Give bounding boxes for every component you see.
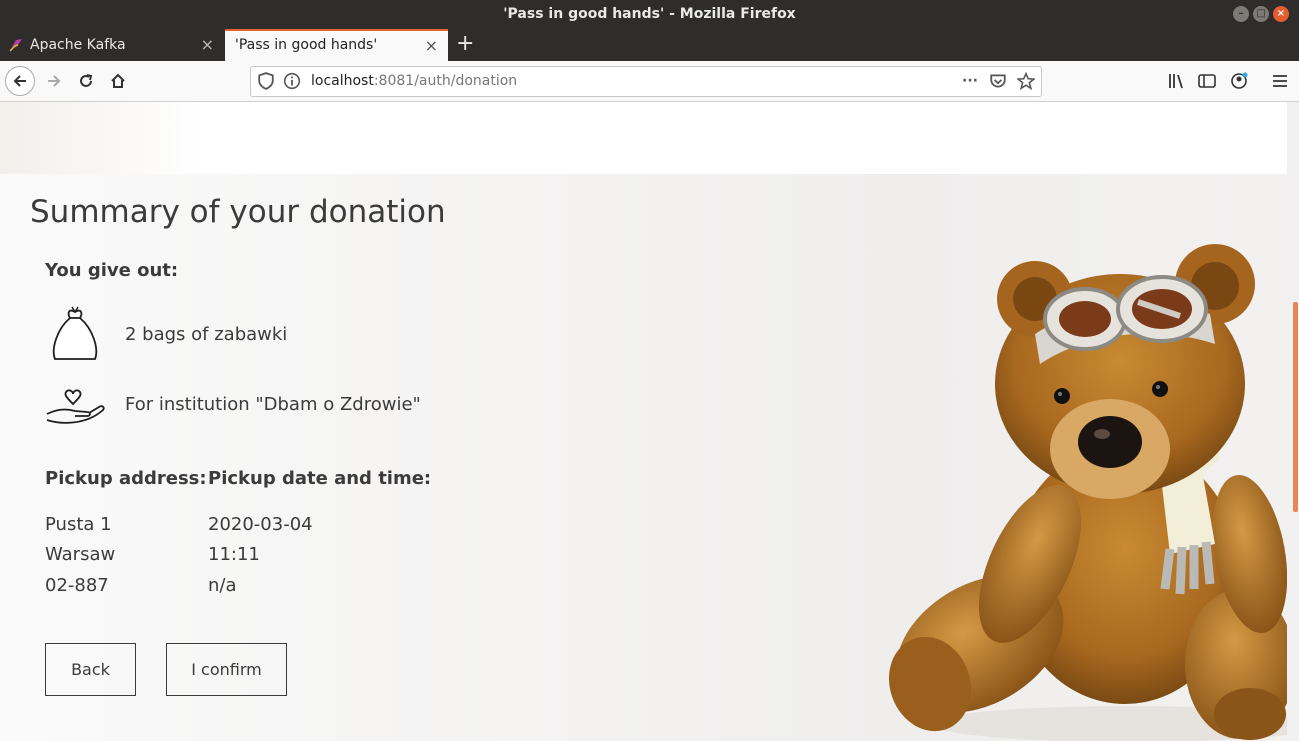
summary-bags-row: 2 bags of zabawki [45,304,545,364]
new-tab-button[interactable]: + [456,29,476,61]
arrow-right-icon [48,75,61,87]
close-tab-icon[interactable]: × [201,29,214,61]
page-content: Summary of your donation You give out: 2… [0,102,1287,741]
confirm-button[interactable]: I confirm [166,643,287,696]
url-bar[interactable]: localhost:8081/auth/donation ··· [250,66,1042,97]
forward-button[interactable] [40,67,68,95]
reload-icon [80,74,93,87]
back-button[interactable] [5,66,35,96]
window-titlebar: 'Pass in good hands' - Mozilla Firefox –… [0,0,1299,29]
tab-apache-kafka[interactable]: Apache Kafka × [0,29,224,61]
hamburger-menu-icon[interactable] [1268,67,1292,95]
institution-summary-text: For institution "Dbam o Zdrowie" [125,394,421,415]
tab-label: 'Pass in good hands' [235,37,378,53]
tab-bar: Apache Kafka × 'Pass in good hands' × + [0,29,1299,61]
window-controls: – □ × [1233,6,1289,22]
maximize-icon[interactable]: □ [1253,6,1269,22]
donation-summary-section: Summary of your donation You give out: 2… [0,174,1287,741]
header-fade [0,102,200,174]
pickup-time: 11:11 [208,544,260,565]
shield-icon[interactable] [257,72,275,90]
pickup-date-title: Pickup date and time: [208,468,432,489]
address-zip: 02-887 [45,575,109,596]
summary-title: Summary of your donation [30,194,446,230]
navigation-bar: localhost:8081/auth/donation ··· [0,61,1299,102]
account-icon[interactable] [1227,67,1251,95]
page-header-area [0,102,1287,174]
bookmark-star-icon[interactable] [1017,72,1035,90]
sidebar-icon[interactable] [1195,67,1219,95]
address-street: Pusta 1 [45,514,112,535]
bag-icon [52,306,98,360]
scrollbar-thumb[interactable] [1293,302,1298,512]
close-tab-icon[interactable]: × [425,31,438,60]
info-icon[interactable] [283,72,301,90]
kafka-favicon-icon [9,39,22,52]
pickup-date: 2020-03-04 [208,514,313,535]
arrow-left-icon [13,75,26,87]
url-host: localhost [311,73,374,89]
home-button[interactable] [104,67,132,95]
give-out-label: You give out: [45,260,179,281]
address-city: Warsaw [45,544,116,565]
page-scrollbar[interactable] [1287,102,1299,741]
pocket-icon[interactable] [989,72,1007,90]
bags-summary-text: 2 bags of zabawki [125,324,288,345]
pickup-comment: n/a [208,575,237,596]
back-button[interactable]: Back [45,643,136,696]
url-path: :8081/auth/donation [373,73,518,89]
home-icon [111,73,125,88]
heart-hand-icon [46,389,105,424]
more-actions-icon[interactable]: ··· [961,72,979,90]
pickup-address-title: Pickup address: [45,468,207,489]
reload-button[interactable] [72,67,100,95]
library-icon[interactable] [1164,67,1188,95]
url-text[interactable]: localhost:8081/auth/donation [311,67,517,96]
window-title: 'Pass in good hands' - Mozilla Firefox [503,6,796,22]
tab-pass-in-good-hands[interactable]: 'Pass in good hands' × [225,29,448,61]
minimize-icon[interactable]: – [1233,6,1249,22]
close-window-icon[interactable]: × [1273,6,1289,22]
tab-label: Apache Kafka [30,37,126,53]
summary-institution-row: For institution "Dbam o Zdrowie" [45,376,545,436]
teddy-bear-image [888,244,1287,741]
